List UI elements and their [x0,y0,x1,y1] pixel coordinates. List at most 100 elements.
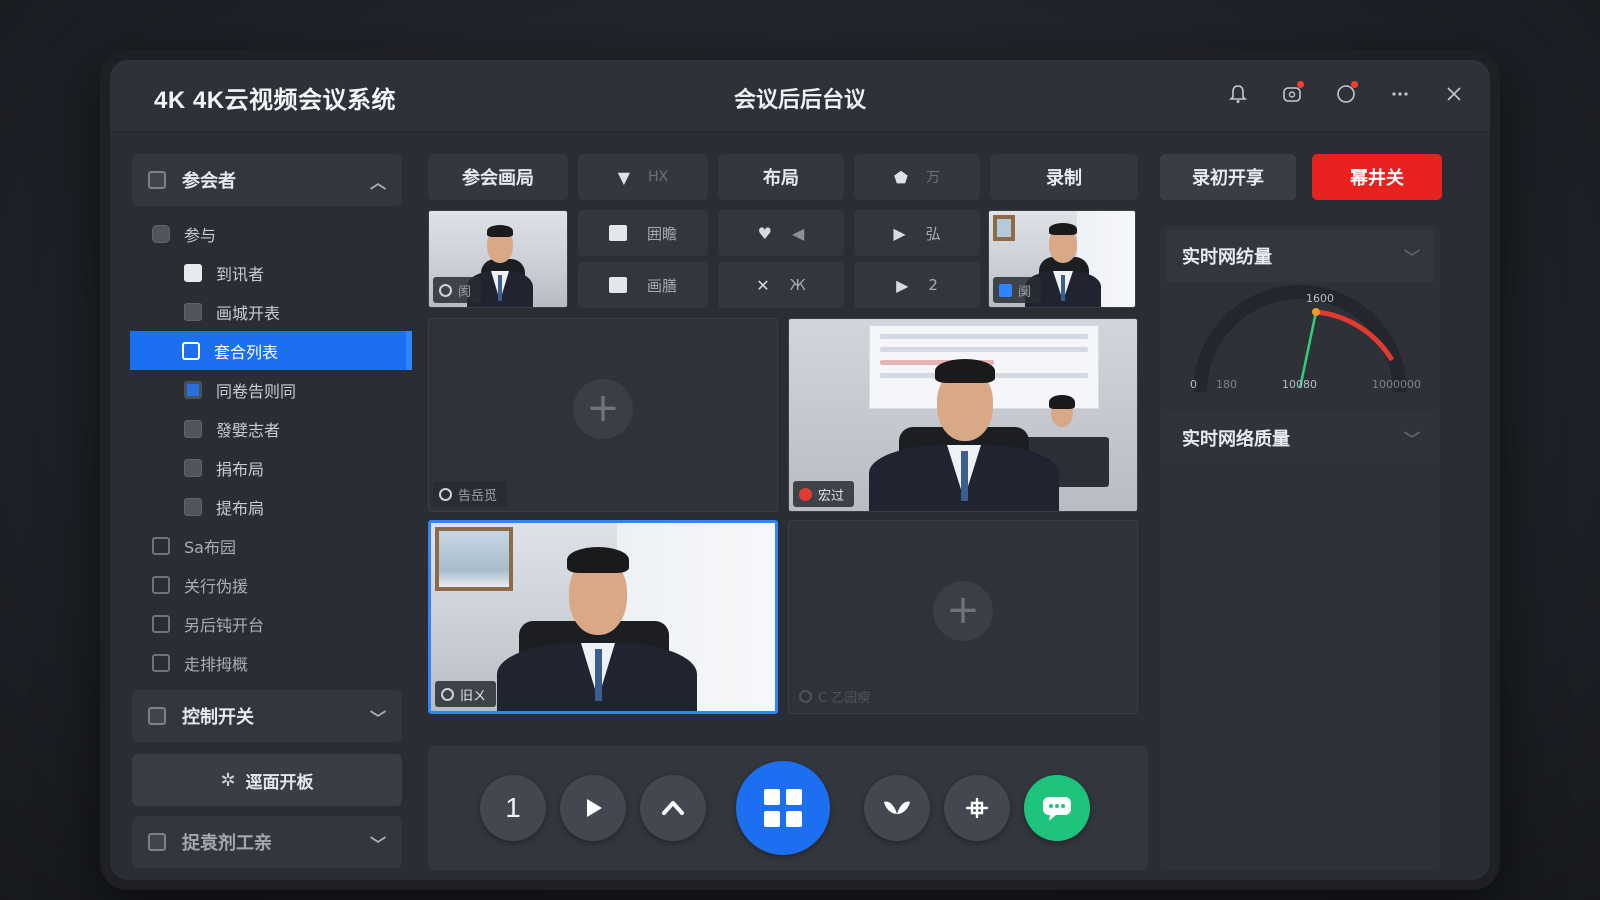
tile-label: 阂 [433,277,482,303]
tree-item[interactable]: 关行伪援 [132,565,402,604]
video-tile-empty-top[interactable]: + 告岳觅 [428,318,778,512]
play-control[interactable]: ▶ 弘 [854,210,980,256]
notification-icon[interactable] [1278,80,1306,108]
participants-header-label: 参会者 [182,171,236,192]
layout-button[interactable]: 布局 [718,154,844,200]
display-button[interactable]: 画膳 [578,262,708,308]
tile-label-text: 阒 [1018,284,1032,300]
checkbox[interactable] [152,575,170,594]
add-participant-icon[interactable]: + [933,581,993,641]
record-button[interactable]: 录制 [990,154,1138,200]
stop-button[interactable]: 幂井关 [1312,154,1442,200]
video-tile-small-right[interactable]: 阒 [988,210,1136,308]
hair [1049,395,1075,409]
arrow-left-icon[interactable]: ◀ [792,224,804,243]
record-label: 录制 [1046,168,1082,189]
network-traffic-header[interactable]: 实时网纺量 ﹀ [1166,230,1434,282]
network-panel: 实时网纺量 ﹀ 0 180 1600 10080 1000000 实时网络质量 … [1160,226,1440,870]
status-icon [799,689,812,703]
tree-item[interactable]: 同卷告则同 [132,370,402,409]
play-control-2[interactable]: ▶ 2 [854,262,980,308]
chevron-up-icon[interactable]: ︿ [370,169,386,193]
screen-button[interactable]: 囲瞻 [578,210,708,256]
triangle-down-icon: ▼ [617,167,631,187]
video-tile-active[interactable]: 旧ㄨ [428,520,778,714]
panel-open-label: 逕面开板 [245,772,314,793]
butterfly-icon [884,801,910,814]
video-tile-small-left[interactable]: 阂 [428,210,568,308]
bottom-header-label: 捉袁剂工亲 [182,833,272,854]
layout-mode-button[interactable]: 参会画局 [428,154,568,200]
tree-item[interactable]: 到讯者 [132,253,402,292]
gauge-tick: 0 [1190,378,1197,391]
camera-icon [439,283,452,297]
up-button[interactable] [640,775,706,841]
shield-button[interactable]: ⬟ 万 [854,154,980,200]
tree-item-label: 到讯者 [216,264,265,284]
checkbox[interactable] [152,614,170,633]
video-tile-empty-bottom[interactable]: + C 乙园瘐 [788,520,1138,714]
chevron-up-icon [662,801,684,815]
tree-item[interactable]: 另后钝开台 [132,604,402,643]
mute-control[interactable]: ✕ Ж [718,262,844,308]
painting [435,527,513,591]
chevron-down-icon[interactable]: ﹀ [370,831,386,855]
tree-item-label: 套合列表 [214,342,279,362]
play-muted-num: 2 [928,276,938,294]
tree-item[interactable]: 提布扃 [132,487,402,526]
chevron-down-icon[interactable]: ﹀ [1404,244,1420,268]
panel-open-button[interactable]: ✲ 逕面开板 [132,754,402,806]
chevron-down-icon[interactable]: ﹀ [1404,426,1420,450]
tree-item-selected[interactable]: 套合列表 [130,331,412,370]
checkbox[interactable] [152,536,170,555]
tree-item[interactable]: 發嬖志者 [132,409,402,448]
checkbox[interactable] [184,302,202,321]
hair [1049,223,1077,235]
grid-view-button[interactable] [736,761,830,855]
status-icon[interactable] [1332,80,1360,108]
tree-item-label: 走排拇概 [184,654,249,674]
checkbox[interactable] [152,653,170,672]
video-tile-speaker[interactable]: 宏过 [788,318,1138,512]
play-icon[interactable]: ▶ [896,276,908,295]
screen-icon [608,225,627,241]
right-top-buttons: 录初开享 幂井关 [1160,154,1442,200]
play-button[interactable] [560,775,626,841]
dropdown-button[interactable]: ▼ HX [578,154,708,200]
control-icon [148,707,166,725]
checkbox[interactable] [184,380,202,399]
audio-control[interactable]: ♥ ◀ [718,210,844,256]
tile-label: C 乙园瘐 [793,683,880,709]
share-button[interactable] [944,775,1010,841]
close-icon[interactable] [1440,80,1468,108]
tree-item[interactable]: 走排拇概 [132,643,402,682]
checkbox[interactable] [184,419,202,438]
chat-button[interactable] [1024,775,1090,841]
tree-item[interactable]: 画城开表 [132,292,402,331]
tree-item[interactable]: Sa布园 [132,526,402,565]
chevron-down-icon[interactable]: ﹀ [370,705,386,729]
number-button[interactable]: 1 [480,775,546,841]
play-icon[interactable]: ▶ [893,224,905,243]
checkbox[interactable] [184,263,202,282]
bottom-section-header[interactable]: 捉袁剂工亲 ﹀ [132,816,402,868]
effects-button[interactable] [864,775,930,841]
checkbox[interactable] [184,458,202,477]
participants-section-header[interactable]: 参会者 ︿ [132,154,402,206]
tree-item-label: 另后钝开台 [184,615,265,635]
layout-mode-label: 参会画局 [462,168,534,189]
more-icon[interactable] [1386,80,1414,108]
share-icon [965,797,989,819]
record-share-button[interactable]: 录初开享 [1160,154,1296,200]
control-section-header[interactable]: 控制开关 ﹀ [132,690,402,742]
tree-group[interactable]: 参与 [132,214,402,253]
checkbox[interactable] [184,497,202,516]
checkbox[interactable] [182,341,200,360]
gear-icon: ✲ [220,769,236,791]
tree-item[interactable]: 捐布局 [132,448,402,487]
add-participant-icon[interactable]: + [573,379,633,439]
bell-icon[interactable] [1224,80,1252,108]
tile-label-text: 旧ㄨ [460,688,487,704]
network-quality-header[interactable]: 实时网络质量 ﹀ [1166,412,1434,464]
tree-group-label: 参与 [184,225,217,245]
